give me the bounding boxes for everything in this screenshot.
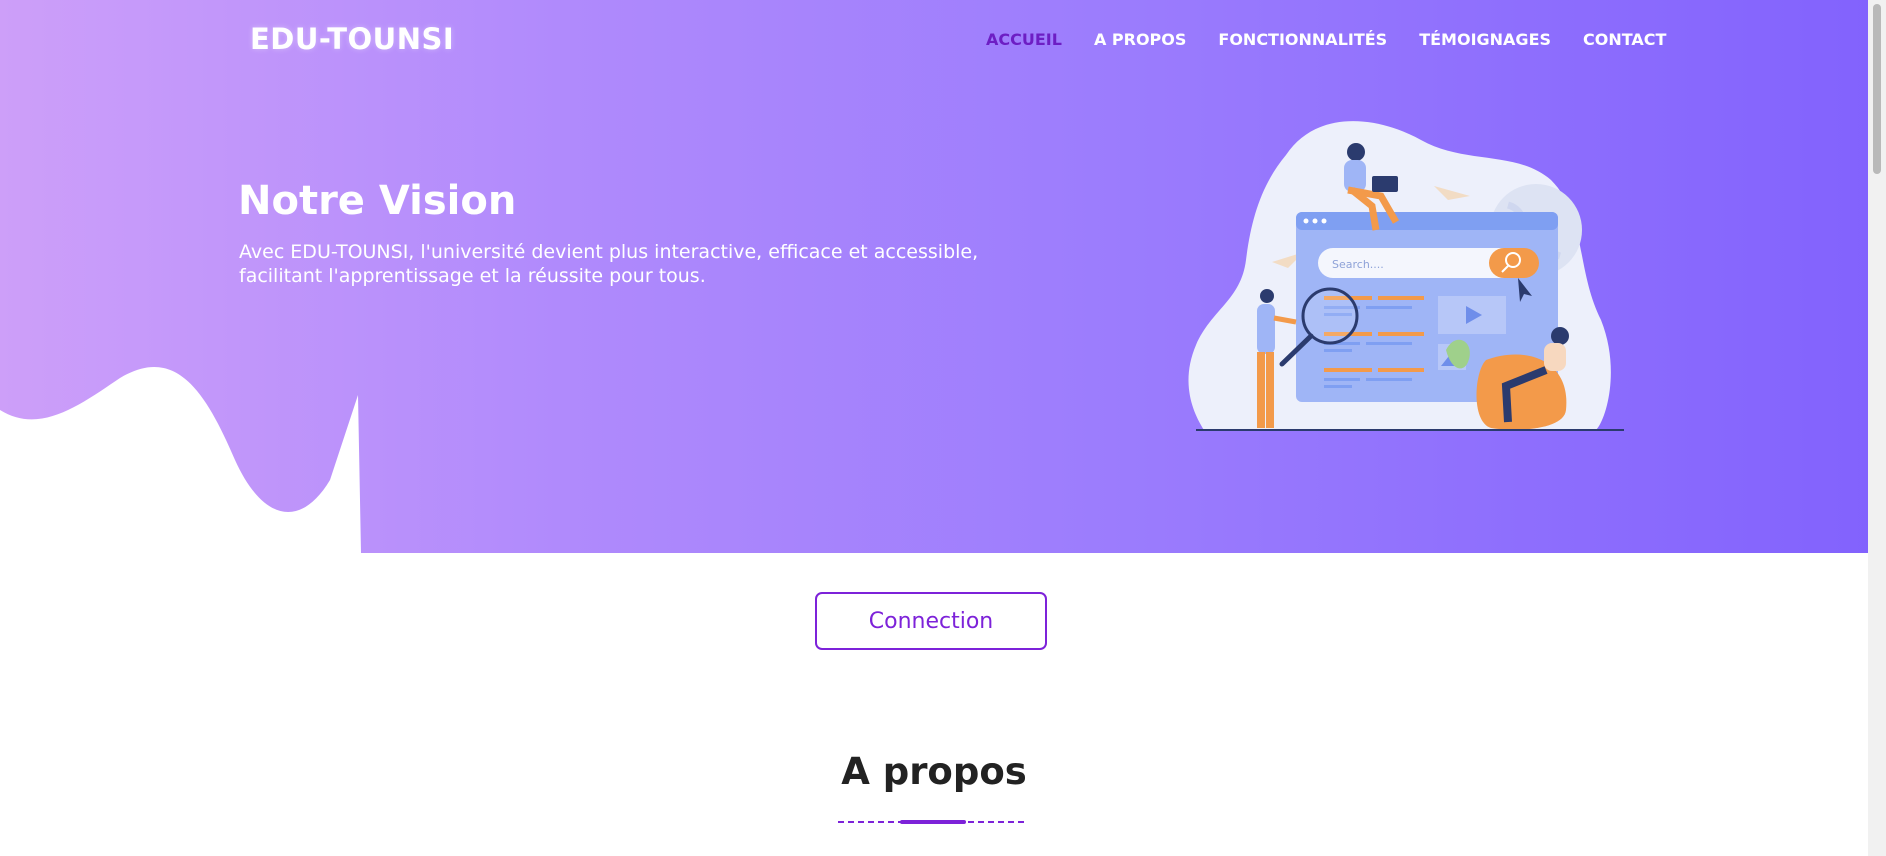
hero-illustration: Search.... bbox=[1188, 121, 1624, 431]
main-nav: ACCUEIL A PROPOS FONCTIONNALITÉS TÉMOIGN… bbox=[986, 30, 1666, 49]
hero-title: Notre Vision bbox=[238, 178, 517, 224]
about-title: A propos bbox=[841, 750, 1027, 793]
svg-text:Search....: Search.... bbox=[1332, 258, 1384, 271]
about-divider bbox=[838, 820, 1028, 824]
nav-item-temoignages[interactable]: TÉMOIGNAGES bbox=[1419, 30, 1551, 49]
hero-section: EDU-TOUNSI ACCUEIL A PROPOS FONCTIONNALI… bbox=[0, 0, 1868, 553]
nav-item-a-propos[interactable]: A PROPOS bbox=[1094, 30, 1186, 49]
connection-button[interactable]: Connection bbox=[815, 592, 1047, 650]
nav-item-contact[interactable]: CONTACT bbox=[1583, 30, 1666, 49]
play-icon bbox=[1438, 296, 1506, 334]
hero-description: Avec EDU-TOUNSI, l'université devient pl… bbox=[239, 241, 979, 287]
page: EDU-TOUNSI ACCUEIL A PROPOS FONCTIONNALI… bbox=[0, 0, 1868, 856]
page-scrollbar[interactable] bbox=[1868, 0, 1886, 856]
browser-titlebar bbox=[1296, 212, 1558, 230]
scrollbar-thumb[interactable] bbox=[1873, 4, 1881, 174]
nav-item-fonctionnalites[interactable]: FONCTIONNALITÉS bbox=[1218, 30, 1387, 49]
search-bar: Search.... bbox=[1318, 248, 1539, 278]
nav-item-accueil[interactable]: ACCUEIL bbox=[986, 30, 1062, 49]
brand-logo[interactable]: EDU-TOUNSI bbox=[250, 22, 454, 56]
